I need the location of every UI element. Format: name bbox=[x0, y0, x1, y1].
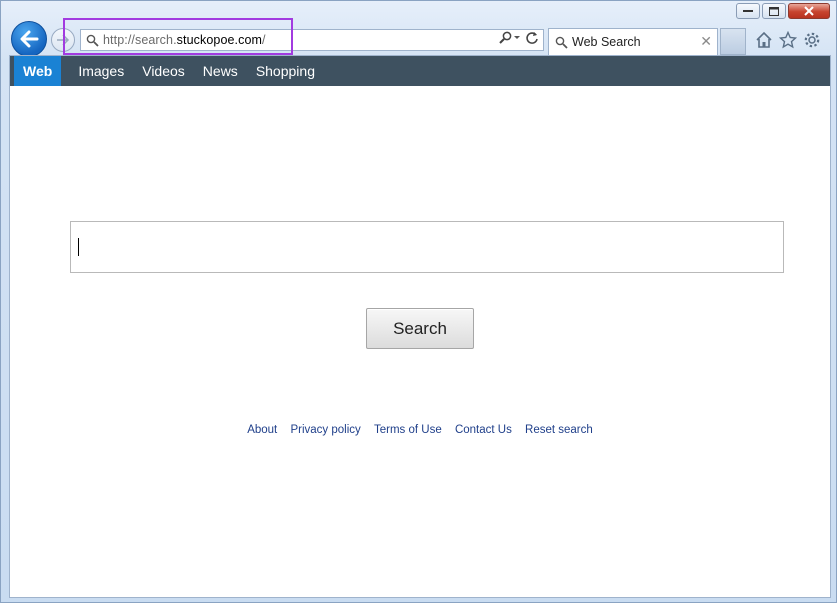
search-dropdown-button[interactable] bbox=[499, 31, 521, 50]
address-search-icon bbox=[81, 34, 103, 47]
tab-close-icon[interactable]: ✕ bbox=[700, 33, 712, 50]
window-controls bbox=[736, 3, 830, 19]
footer-link-terms-of-use[interactable]: Terms of Use bbox=[374, 424, 442, 436]
minimize-button[interactable] bbox=[736, 3, 760, 19]
back-button[interactable] bbox=[11, 21, 47, 57]
nav-item-shopping[interactable]: Shopping bbox=[247, 56, 324, 86]
maximize-button[interactable] bbox=[762, 3, 786, 19]
tab-web-search[interactable]: Web Search ✕ bbox=[548, 28, 718, 55]
url-domain: stuckopoe.com bbox=[176, 33, 263, 47]
settings-button[interactable] bbox=[803, 31, 821, 54]
address-url: http://search.stuckopoe.com/ bbox=[103, 33, 266, 47]
back-arrow-icon bbox=[20, 30, 39, 48]
text-caret bbox=[78, 238, 79, 256]
search-input[interactable] bbox=[70, 221, 784, 273]
favorites-button[interactable] bbox=[778, 30, 798, 54]
nav-item-news[interactable]: News bbox=[194, 56, 247, 86]
url-suffix: / bbox=[262, 33, 266, 47]
tab-title: Web Search bbox=[572, 35, 641, 49]
page-content: Web Images Videos News Shopping Search A… bbox=[9, 55, 831, 598]
footer-link-about[interactable]: About bbox=[247, 424, 277, 436]
minimize-icon bbox=[743, 10, 753, 12]
tab-favicon-search-icon bbox=[555, 36, 568, 49]
address-bar[interactable]: http://search.stuckopoe.com/ bbox=[80, 29, 544, 51]
toolbar-icons bbox=[755, 30, 821, 54]
nav-item-web[interactable]: Web bbox=[14, 56, 62, 86]
footer-links: About Privacy policy Terms of Use Contac… bbox=[10, 424, 830, 436]
home-icon bbox=[756, 31, 772, 48]
forward-arrow-icon bbox=[57, 34, 70, 46]
close-window-button[interactable] bbox=[788, 3, 830, 19]
refresh-button[interactable] bbox=[525, 31, 539, 50]
address-tools bbox=[499, 31, 543, 50]
refresh-icon bbox=[526, 31, 538, 44]
star-icon bbox=[778, 30, 798, 49]
home-button[interactable] bbox=[755, 31, 773, 54]
search-icon bbox=[499, 31, 520, 44]
maximize-icon bbox=[769, 6, 779, 16]
new-tab-button[interactable] bbox=[720, 28, 746, 55]
nav-item-images[interactable]: Images bbox=[69, 56, 133, 86]
footer-link-privacy-policy[interactable]: Privacy policy bbox=[290, 424, 360, 436]
close-icon bbox=[804, 6, 814, 16]
forward-button[interactable] bbox=[51, 28, 75, 52]
footer-link-reset-search[interactable]: Reset search bbox=[525, 424, 593, 436]
nav-item-videos[interactable]: Videos bbox=[133, 56, 194, 86]
gear-icon bbox=[804, 32, 820, 48]
footer-link-contact-us[interactable]: Contact Us bbox=[455, 424, 512, 436]
search-nav-bar: Web Images Videos News Shopping bbox=[10, 56, 830, 86]
browser-window: http://search.stuckopoe.com/ Web Search … bbox=[0, 0, 837, 603]
search-button[interactable]: Search bbox=[366, 308, 474, 349]
url-prefix: http://search. bbox=[103, 33, 177, 47]
